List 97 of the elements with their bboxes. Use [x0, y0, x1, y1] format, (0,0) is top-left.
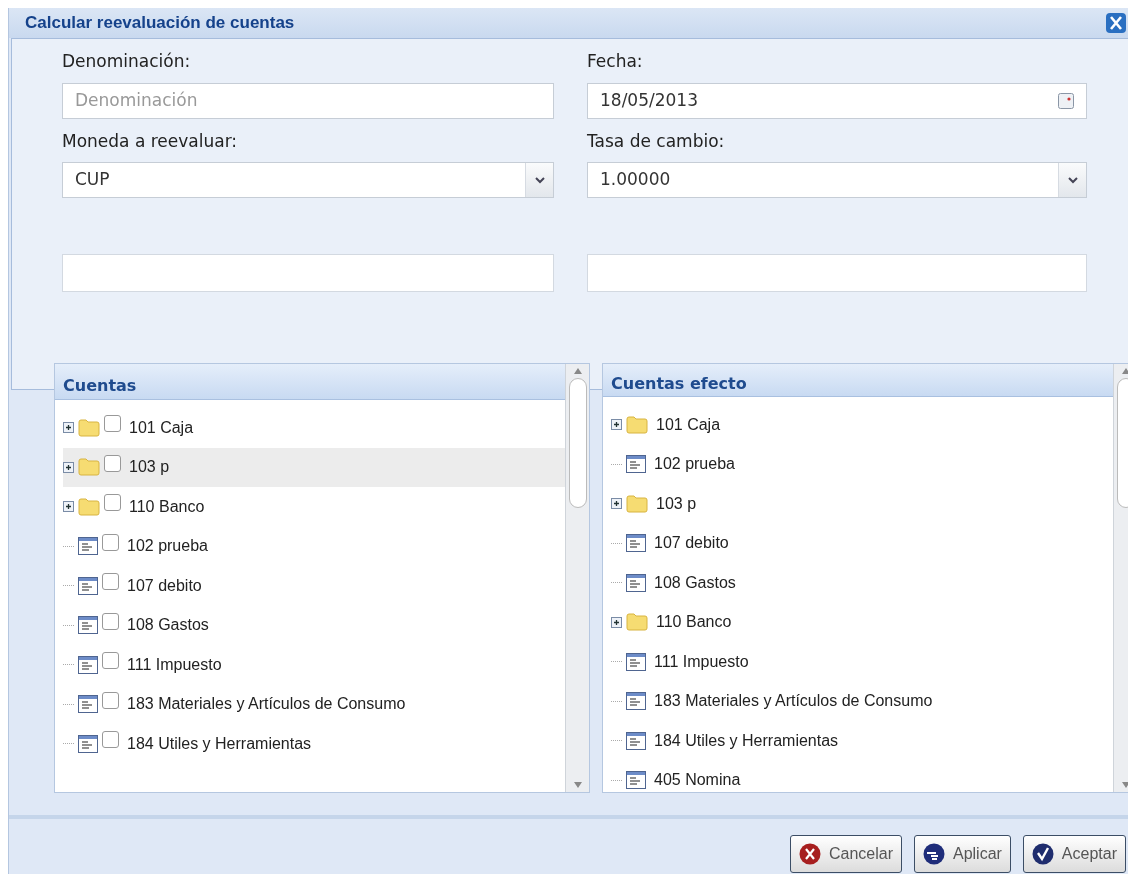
checkbox[interactable]	[102, 691, 119, 709]
tree-item-label: 184 Utiles y Herramientas	[654, 730, 839, 751]
document-icon	[626, 731, 646, 750]
checkbox[interactable]	[102, 573, 119, 591]
tree-header: Cuentas	[55, 364, 565, 400]
folder-icon	[78, 458, 100, 477]
document-icon	[626, 455, 646, 474]
checkbox[interactable]	[102, 533, 119, 551]
tree-row[interactable]: 102 prueba	[611, 444, 1113, 484]
tree-row[interactable]: 110 Banco	[611, 602, 1113, 642]
folder-icon	[626, 494, 648, 513]
tree-item-label: 101 Caja	[129, 417, 194, 438]
tree-row[interactable]: 184 Utiles y Herramientas	[63, 724, 565, 764]
field-label: Fecha:	[587, 50, 644, 73]
checkbox[interactable]	[104, 494, 121, 512]
document-icon	[78, 576, 98, 595]
expand-icon[interactable]	[63, 461, 74, 473]
folder-icon	[78, 418, 100, 437]
input-field[interactable]	[587, 254, 1087, 292]
tree-row[interactable]: 101 Caja	[63, 408, 565, 448]
expand-icon[interactable]	[611, 616, 622, 628]
tree-item-label: 107 debito	[127, 575, 202, 596]
document-icon	[78, 616, 98, 635]
tree-row[interactable]: 101 Caja	[611, 405, 1113, 445]
document-icon	[78, 695, 98, 714]
tree-row[interactable]: 107 debito	[611, 523, 1113, 563]
expand-icon[interactable]	[611, 419, 622, 431]
tree-item-label: 102 prueba	[127, 536, 208, 557]
scroll-down-icon[interactable]	[1121, 782, 1128, 788]
tree-row[interactable]: 102 prueba	[63, 526, 565, 566]
field-label: Tasa de cambio:	[587, 129, 726, 153]
expand-icon[interactable]	[63, 501, 74, 513]
document-icon	[626, 652, 646, 671]
dialog-button[interactable]: Aceptar	[1022, 835, 1126, 873]
scroll-down-icon[interactable]	[573, 782, 582, 788]
dropdown-field[interactable]: CUP	[62, 162, 554, 198]
tree-item-label: 183 Materiales y Artículos de Consumo	[127, 694, 406, 715]
tree-item-label: 110 Banco	[656, 612, 732, 633]
tree-row[interactable]: 183 Materiales y Artículos de Consumo	[63, 684, 565, 724]
scrollbar[interactable]	[565, 364, 589, 792]
tree-item-label: 103 p	[656, 493, 697, 514]
scrollbar-thumb[interactable]	[568, 378, 587, 508]
tree-row[interactable]: 108 Gastos	[63, 605, 565, 645]
document-icon	[626, 534, 646, 553]
folder-icon	[626, 415, 648, 434]
folder-icon	[78, 497, 100, 516]
folder-icon	[626, 613, 648, 632]
close-icon	[798, 843, 821, 865]
dialog-button[interactable]: Aplicar	[913, 835, 1011, 873]
dialog-button[interactable]: Cancelar	[789, 835, 902, 873]
tree-item-label: 405 Nomina	[654, 770, 741, 791]
field-label: Moneda a reevaluar:	[62, 129, 239, 153]
tree-item-label: 183 Materiales y Artículos de Consumo	[654, 691, 933, 712]
window-title: Calcular reevaluación de cuentas	[25, 12, 295, 35]
close-icon[interactable]	[1106, 13, 1126, 33]
checkbox[interactable]	[104, 454, 121, 472]
checkbox[interactable]	[102, 731, 119, 749]
tree-row[interactable]: 108 Gastos	[611, 563, 1113, 603]
document-icon	[626, 573, 646, 592]
tree-header: Cuentas efecto	[603, 364, 1113, 397]
tree-row[interactable]: 405 Nomina	[611, 760, 1113, 800]
scroll-up-icon[interactable]	[573, 368, 582, 374]
tree-row[interactable]: 183 Materiales y Artículos de Consumo	[611, 681, 1113, 721]
tree-row[interactable]: 184 Utiles y Herramientas	[611, 721, 1113, 761]
field-label: Denominación:	[62, 50, 192, 73]
checkbox[interactable]	[102, 612, 119, 630]
document-icon	[78, 537, 98, 556]
tree-item-label: 103 p	[129, 457, 170, 478]
document-icon	[78, 734, 98, 753]
tree-item-label: 101 Caja	[656, 414, 721, 435]
scroll-up-icon[interactable]	[1121, 368, 1128, 374]
tree-row[interactable]: 111 Impuesto	[611, 642, 1113, 682]
tree-row[interactable]: 111 Impuesto	[63, 645, 565, 685]
checkmark-icon	[1031, 843, 1054, 865]
expand-icon[interactable]	[63, 422, 74, 434]
tree-item-label: 108 Gastos	[654, 572, 736, 593]
input-field[interactable]	[62, 254, 554, 292]
checkbox[interactable]	[104, 415, 121, 433]
tree-item-label: 102 prueba	[654, 454, 735, 475]
tree-item-label: 107 debito	[654, 533, 729, 554]
date-field[interactable]: 18/05/2013	[587, 82, 1087, 119]
document-icon	[626, 771, 646, 790]
tree-item-label: 111 Impuesto	[127, 654, 222, 675]
tree-item-label: 110 Banco	[129, 496, 205, 517]
calendar-icon[interactable]	[1058, 92, 1074, 109]
document-icon	[78, 655, 98, 674]
tree-row[interactable]: 103 p	[63, 447, 565, 487]
tree-row[interactable]: 103 p	[611, 484, 1113, 524]
expand-icon[interactable]	[611, 498, 622, 510]
tree-item-label: 108 Gastos	[127, 615, 209, 636]
tree-row[interactable]: 107 debito	[63, 566, 565, 606]
checkbox[interactable]	[102, 652, 119, 670]
tree-row[interactable]: 110 Banco	[63, 487, 565, 527]
tree-item-label: 111 Impuesto	[654, 651, 749, 672]
document-icon	[626, 692, 646, 711]
tree-item-label: 184 Utiles y Herramientas	[127, 733, 312, 754]
dropdown-field[interactable]: 1.00000	[587, 162, 1087, 198]
